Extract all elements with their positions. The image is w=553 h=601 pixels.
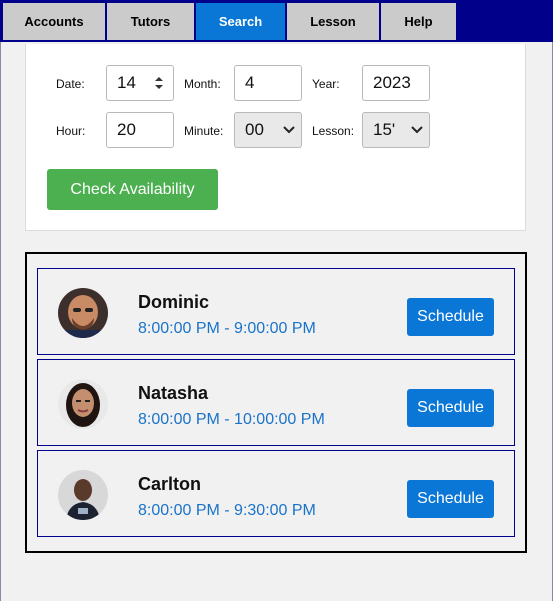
tutor-time: 8:00:00 PM - 9:30:00 PM <box>138 502 316 519</box>
minute-select[interactable]: 00 <box>234 112 302 148</box>
schedule-button[interactable]: Schedule <box>407 298 494 336</box>
chevron-down-icon <box>411 126 423 134</box>
lesson-value: 15' <box>373 120 396 139</box>
month-value: 4 <box>245 73 255 92</box>
month-input[interactable]: 4 <box>234 65 302 101</box>
avatar <box>58 288 108 338</box>
minute-value: 00 <box>245 120 264 139</box>
top-navigation: Accounts Tutors Search Lesson Help <box>0 0 553 42</box>
lesson-select[interactable]: 15' <box>362 112 430 148</box>
month-label: Month: <box>184 77 221 91</box>
schedule-button[interactable]: Schedule <box>407 480 494 518</box>
date-value: 14 <box>117 73 136 92</box>
tutor-name: Dominic <box>138 292 210 312</box>
tutor-time: 8:00:00 PM - 9:00:00 PM <box>138 320 316 337</box>
hour-label: Hour: <box>56 124 86 138</box>
tab-help[interactable]: Help <box>380 2 457 41</box>
chevron-down-icon <box>283 126 295 134</box>
tab-lesson[interactable]: Lesson <box>286 2 380 41</box>
lesson-label: Lesson: <box>312 124 355 138</box>
tab-search[interactable]: Search <box>195 2 286 41</box>
spinner-icon[interactable] <box>154 75 164 91</box>
year-input[interactable]: 2023 <box>362 65 430 101</box>
left-border <box>0 42 1 601</box>
tab-accounts[interactable]: Accounts <box>2 2 106 41</box>
date-input[interactable]: 14 <box>106 65 174 101</box>
tutor-name: Carlton <box>138 474 201 494</box>
date-label: Date: <box>56 77 85 91</box>
tutor-card-carlton: Carlton 8:00:00 PM - 9:30:00 PM Schedule <box>37 450 515 537</box>
tutor-time: 8:00:00 PM - 10:00:00 PM <box>138 411 325 428</box>
tutor-card-dominic: Dominic 8:00:00 PM - 9:00:00 PM Schedule <box>37 268 515 355</box>
hour-value: 20 <box>117 120 136 139</box>
minute-label: Minute: <box>184 124 224 138</box>
schedule-button[interactable]: Schedule <box>407 389 494 427</box>
tab-tutors[interactable]: Tutors <box>106 2 195 41</box>
check-availability-button[interactable]: Check Availability <box>47 169 218 210</box>
search-form: Date: 14 Month: 4 Year: 2023 Hour: 20 Mi… <box>25 44 526 231</box>
year-value: 2023 <box>373 73 411 92</box>
avatar <box>58 379 108 429</box>
results-panel: Dominic 8:00:00 PM - 9:00:00 PM Schedule… <box>25 252 527 553</box>
tutor-name: Natasha <box>138 383 209 403</box>
year-label: Year: <box>312 77 340 91</box>
hour-input[interactable]: 20 <box>106 112 174 148</box>
tutor-card-natasha: Natasha 8:00:00 PM - 10:00:00 PM Schedul… <box>37 359 515 446</box>
avatar <box>58 470 108 520</box>
